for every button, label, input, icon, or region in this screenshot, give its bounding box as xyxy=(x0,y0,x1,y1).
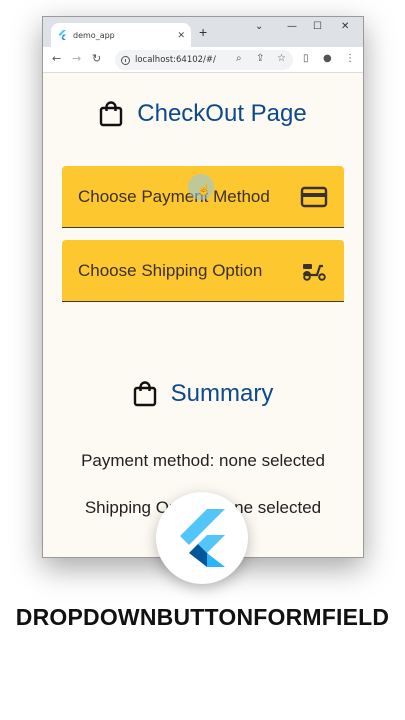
side-panel-icon[interactable]: ▯ xyxy=(303,53,309,65)
close-window-button[interactable]: ✕ xyxy=(341,21,349,32)
app-content: CheckOut Page Choose Payment Method Choo… xyxy=(43,74,363,557)
scooter-icon xyxy=(303,263,326,281)
url-text[interactable]: localhost:64102/#/ xyxy=(135,55,216,65)
summary-heading: Summary xyxy=(43,380,363,408)
hand-cursor-icon: ☝ xyxy=(197,184,211,196)
screenshot: demo_app ✕ + ⌄ — ☐ ✕ ← → ↻ localhost:641… xyxy=(0,0,405,720)
browser-titlebar: demo_app ✕ + ⌄ — ☐ ✕ xyxy=(43,17,363,47)
address-bar[interactable]: localhost:64102/#/ xyxy=(115,50,293,70)
page-title: CheckOut Page xyxy=(137,100,307,127)
back-arrow-icon[interactable]: ← xyxy=(52,53,61,65)
site-info-icon[interactable] xyxy=(121,55,130,65)
checkout-heading: CheckOut Page xyxy=(43,100,363,128)
tab-close-icon[interactable]: ✕ xyxy=(177,30,185,41)
share-icon[interactable]: ⇪ xyxy=(256,53,264,65)
flutter-favicon-icon xyxy=(58,30,66,40)
zoom-icon[interactable]: ⌕ xyxy=(236,53,242,65)
video-caption: DROPDOWNBUTTONFORMFIELD xyxy=(15,604,390,630)
tab-search-icon[interactable]: ⌄ xyxy=(255,21,263,32)
bookmark-star-icon[interactable]: ☆ xyxy=(277,53,286,65)
menu-kebab-icon[interactable]: ⋮ xyxy=(345,53,355,65)
minimize-button[interactable]: — xyxy=(287,21,297,32)
payment-summary-text: Payment method: none selected xyxy=(81,451,325,470)
maximize-button[interactable]: ☐ xyxy=(313,21,322,32)
browser-toolbar: ← → ↻ localhost:64102/#/ ⌕ ⇪ ☆ ▯ ● ⋮ xyxy=(43,47,363,73)
browser-window: demo_app ✕ + ⌄ — ☐ ✕ ← → ↻ localhost:641… xyxy=(42,16,364,558)
reload-icon[interactable]: ↻ xyxy=(92,53,101,65)
new-tab-button[interactable]: + xyxy=(199,25,207,39)
browser-tab[interactable]: demo_app ✕ xyxy=(51,23,191,47)
flutter-logo-badge xyxy=(156,492,248,584)
tab-title: demo_app xyxy=(73,30,115,40)
shopping-bag-icon xyxy=(133,381,156,407)
shopping-bag-icon xyxy=(100,101,123,127)
profile-icon[interactable]: ● xyxy=(323,53,332,65)
summary-title: Summary xyxy=(170,380,274,407)
credit-card-icon xyxy=(300,186,328,207)
shipping-dropdown-label: Choose Shipping Option xyxy=(78,260,263,280)
shipping-option-dropdown[interactable]: Choose Shipping Option xyxy=(62,240,344,302)
forward-arrow-icon[interactable]: → xyxy=(72,53,81,65)
flutter-logo-icon xyxy=(180,509,225,567)
